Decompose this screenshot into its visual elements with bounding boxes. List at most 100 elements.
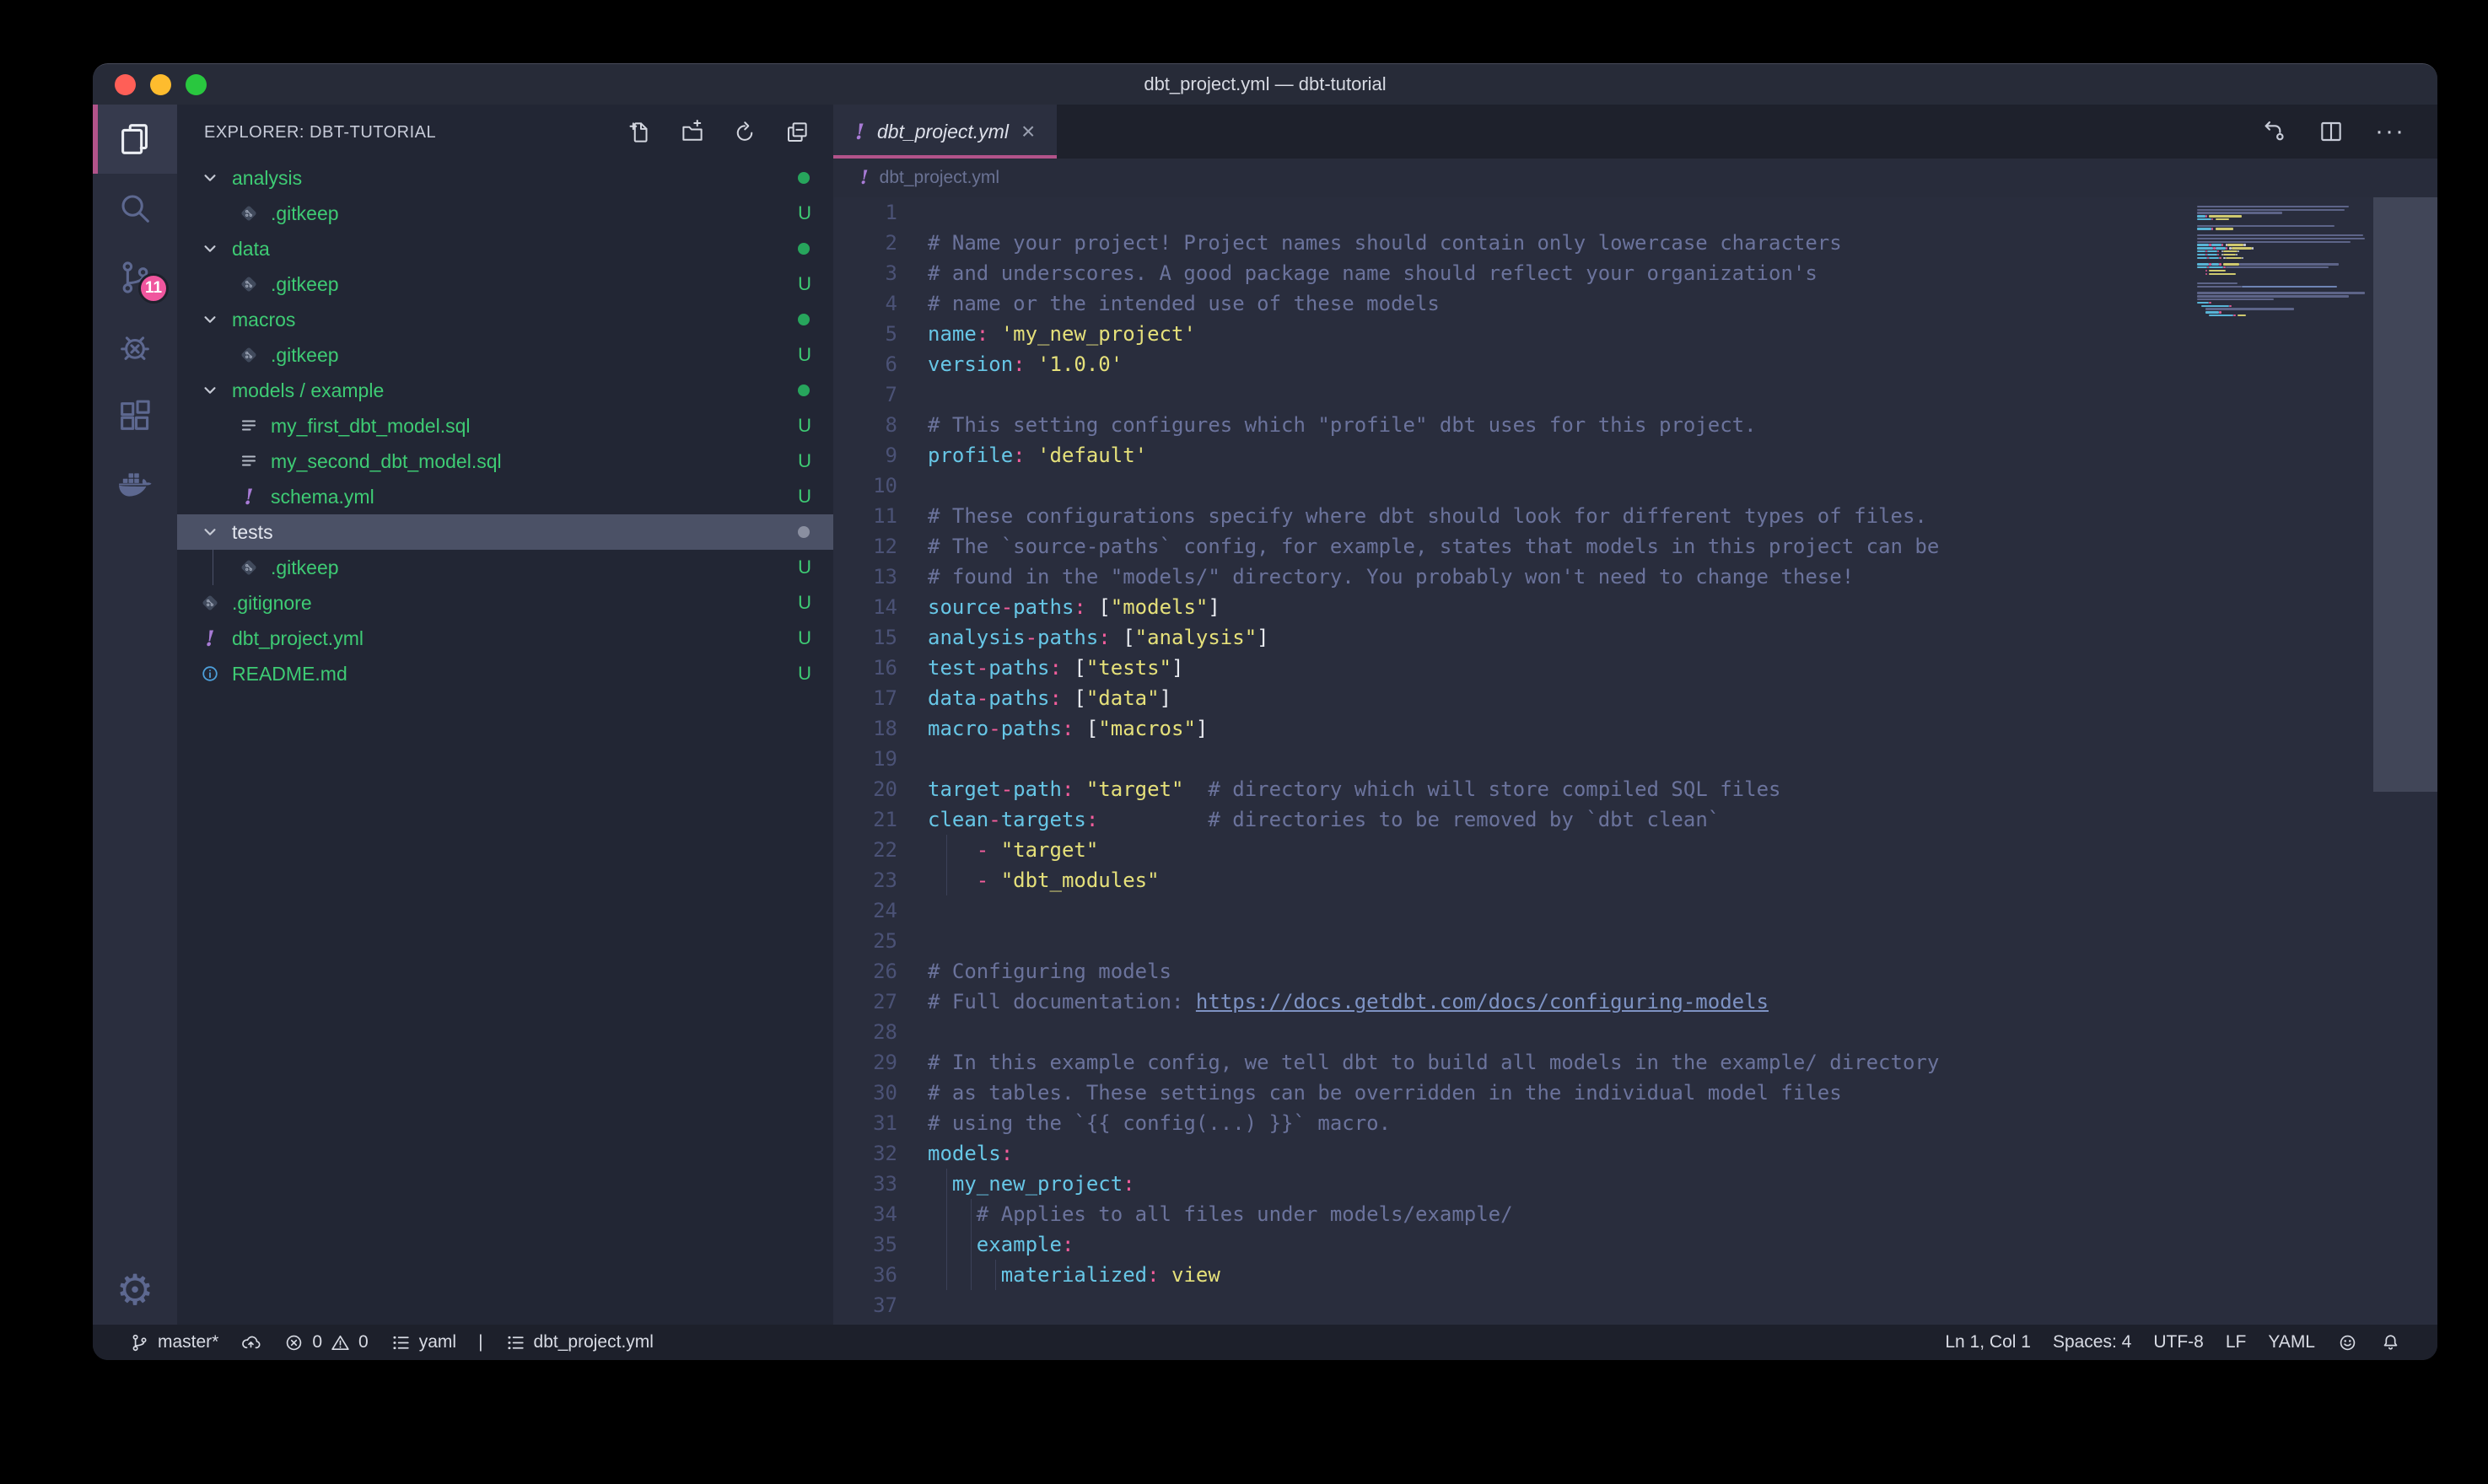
bell-icon [2380,1332,2401,1353]
activity-item-explorer[interactable] [93,105,177,174]
line-content: # name or the intended use of these mode… [897,288,1440,319]
status-item-language-mode[interactable]: YAML [2257,1332,2326,1352]
minimap-line [2197,218,2211,220]
line-number: 29 [833,1047,897,1078]
line-number: 20 [833,774,897,804]
tree-row-my-second-dbt-model-sql[interactable]: my_second_dbt_model.sqlU [177,444,833,479]
tree-row--gitignore[interactable]: .gitignoreU [177,585,833,621]
status-item-label: 0 [312,1332,322,1352]
tree-row--gitkeep[interactable]: .gitkeepU [177,550,833,585]
status-left: master* 00yaml|dbt_project.yml [118,1332,665,1353]
activity-item-search[interactable] [93,174,177,243]
minimap-line [2211,218,2213,220]
tree-row--gitkeep[interactable]: .gitkeepU [177,266,833,302]
sql-icon [238,415,260,437]
new-folder-icon[interactable] [680,120,705,145]
tree-item-label: README.md [232,663,347,686]
indent-guide [946,1199,947,1229]
minimap-line [2223,250,2238,252]
refresh-icon[interactable] [732,120,757,145]
status-item-branch[interactable]: master* [118,1332,229,1353]
line-content: name: 'my_new_project' [897,319,1196,349]
activity-item-run-debug[interactable] [93,312,177,381]
line-number: 26 [833,956,897,987]
tree-row--gitkeep[interactable]: .gitkeepU [177,337,833,373]
tree-row-macros[interactable]: macros [177,302,833,337]
tree-row-dbt-project-yml[interactable]: !dbt_project.ymlU [177,621,833,656]
more-actions-icon[interactable]: ··· [2375,117,2405,146]
minimap-line [2243,244,2245,245]
git-icon [238,344,260,366]
line-number: 35 [833,1229,897,1260]
tree-row-readme-md[interactable]: README.mdU [177,656,833,691]
git-icon [199,592,221,614]
split-editor-icon[interactable] [2318,118,2345,145]
tree-row--gitkeep[interactable]: .gitkeepU [177,196,833,231]
status-item-file-outline[interactable]: dbt_project.yml [494,1332,665,1353]
tree-row-analysis[interactable]: analysis [177,160,833,196]
code-area: 12# Name your project! Project names sho… [833,197,2437,1325]
status-item-eol[interactable]: LF [2215,1332,2258,1352]
activity-item-source-control[interactable]: 11 [93,243,177,312]
outline-icon [505,1332,526,1353]
status-item-feedback[interactable] [2326,1332,2369,1353]
minimap-line [2205,273,2207,275]
collapse-all-icon[interactable] [784,120,810,145]
minimap-line [2197,263,2209,265]
git-untracked-badge: U [798,415,811,437]
new-file-icon[interactable] [627,120,653,145]
minimap-line [2197,247,2213,249]
activity-item-settings[interactable]: ⚙ [93,1255,177,1325]
search-icon [116,189,154,228]
tree-row-data[interactable]: data [177,231,833,266]
minimap-line [2223,263,2239,265]
tree-row-models-example[interactable]: models / example [177,373,833,408]
minimap[interactable] [2197,202,2370,1325]
open-changes-icon[interactable] [2260,118,2287,145]
error-icon [283,1332,304,1353]
close-tab-icon[interactable]: × [1021,120,1035,143]
status-item-indentation[interactable]: Spaces: 4 [2042,1332,2142,1352]
tree-row-my-first-dbt-model-sql[interactable]: my_first_dbt_model.sqlU [177,408,833,444]
activity-item-extensions[interactable] [93,381,177,450]
line-number: 1 [833,197,897,228]
minimap-line [2236,254,2238,255]
status-item-encoding[interactable]: UTF-8 [2142,1332,2215,1352]
traffic-lights [115,64,207,105]
tree-row-tests[interactable]: tests [177,514,833,550]
indent-guide [946,835,947,865]
minimize-window-button[interactable] [150,74,171,95]
minimap-line [2197,302,2209,304]
status-item-sync[interactable] [229,1332,272,1353]
line-number: 12 [833,531,897,562]
minimap-line [2216,228,2234,229]
minimap-line [2223,254,2235,255]
minimap-line [2229,305,2231,307]
line-content: # found in the "models/" directory. You … [897,562,1854,592]
scrollbar-thumb[interactable] [2373,197,2437,792]
status-item-separator[interactable]: | [467,1332,493,1352]
yaml-warning-icon: ! [855,120,864,144]
line-number: 21 [833,804,897,835]
tab-dbt-project-yml[interactable]: ! dbt_project.yml × [833,105,1057,159]
indent-guide [971,1229,972,1260]
tree-row-schema-yml[interactable]: !schema.ymlU [177,479,833,514]
close-window-button[interactable] [115,74,136,95]
line-number: 33 [833,1169,897,1199]
line-number: 5 [833,319,897,349]
status-item-cursor-position[interactable]: Ln 1, Col 1 [1934,1332,2042,1352]
line-number: 32 [833,1138,897,1169]
vscode-window: dbt_project.yml — dbt-tutorial 11⚙ EXPLO… [93,63,2437,1360]
activity-item-docker[interactable] [93,450,177,519]
status-item-yaml-outline[interactable]: yaml [380,1332,467,1353]
status-item-notifications[interactable] [2369,1332,2412,1353]
minimap-line [2207,254,2217,255]
tree-item-label: schema.yml [271,486,374,508]
breadcrumb-item-file[interactable]: dbt_project.yml [880,168,999,188]
status-item-label: LF [2226,1332,2247,1352]
zoom-window-button[interactable] [186,74,207,95]
minimap-line [2216,247,2226,249]
minimap-line [2209,266,2223,268]
minimap-line [2205,308,2295,309]
status-item-problems[interactable]: 00 [272,1332,379,1353]
